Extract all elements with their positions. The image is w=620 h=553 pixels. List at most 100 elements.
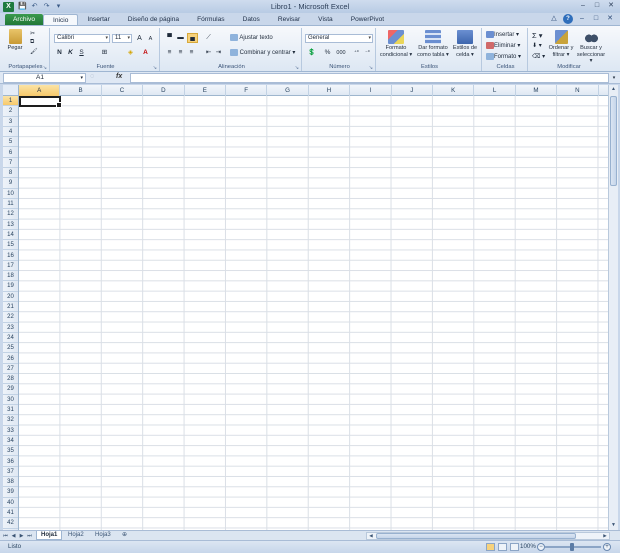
autosum-button[interactable]: Σ ▾ <box>532 31 543 40</box>
expand-formula-bar-icon[interactable]: ▾ <box>610 73 618 83</box>
dialog-launcher-icon[interactable]: ↘ <box>369 64 373 72</box>
merge-center-button[interactable]: Combinar y centrar ▾ <box>230 49 295 56</box>
row-header[interactable]: 29 <box>3 384 18 395</box>
font-size-select[interactable]: 11 ▾ <box>112 34 132 43</box>
vertical-scroll-thumb[interactable] <box>610 96 617 186</box>
name-box[interactable]: A1 ▾ <box>3 73 86 83</box>
scroll-down-icon[interactable]: ▼ <box>609 521 618 530</box>
dialog-launcher-icon[interactable]: ↘ <box>153 64 157 72</box>
column-header[interactable]: G <box>267 85 309 96</box>
row-header[interactable]: 4 <box>3 127 18 138</box>
minimize-ribbon-icon[interactable]: △ <box>549 14 559 24</box>
zoom-out-icon[interactable]: − <box>537 543 545 551</box>
zoom-level[interactable]: 100% <box>520 541 536 553</box>
minimize-workbook-button[interactable]: – <box>577 14 587 24</box>
close-window-button[interactable]: ✕ <box>606 1 616 10</box>
column-header[interactable]: I <box>350 85 392 96</box>
row-header[interactable]: 23 <box>3 323 18 333</box>
row-header[interactable]: 41 <box>3 508 18 519</box>
row-header[interactable]: 27 <box>3 364 18 375</box>
find-select-button[interactable]: Buscar y seleccionar ▾ <box>575 30 607 65</box>
column-header[interactable]: F <box>226 85 268 96</box>
increase-indent-icon[interactable]: ⇥ <box>214 49 223 57</box>
conditional-format-button[interactable]: Formato condicional ▾ <box>378 30 414 58</box>
font-color-icon[interactable]: A <box>141 49 150 57</box>
insert-cells-button[interactable]: Insertar ▾ <box>486 31 519 38</box>
underline-button[interactable]: S <box>77 49 86 57</box>
page-layout-view-icon[interactable] <box>498 543 507 551</box>
column-header[interactable]: C <box>102 85 144 96</box>
maximize-window-button[interactable]: □ <box>592 1 602 10</box>
column-header[interactable]: H <box>309 85 351 96</box>
zoom-in-icon[interactable]: + <box>603 543 611 551</box>
cells-area[interactable] <box>19 96 608 530</box>
first-sheet-icon[interactable]: ⏮ <box>2 532 9 540</box>
row-header[interactable]: 6 <box>3 148 18 158</box>
row-header[interactable]: 11 <box>3 199 18 210</box>
row-header[interactable]: 28 <box>3 374 18 385</box>
fill-icon[interactable]: ⬇ ▾ <box>532 42 542 49</box>
row-header[interactable]: 40 <box>3 498 18 508</box>
vertical-scrollbar[interactable]: ▲ ▼ <box>608 85 618 530</box>
format-painter-icon[interactable]: 🖌 <box>30 48 38 55</box>
scroll-left-icon[interactable]: ◀ <box>367 533 375 539</box>
currency-icon[interactable]: 💲 <box>307 49 316 57</box>
shrink-font-button[interactable]: A <box>146 35 155 43</box>
format-cells-button[interactable]: Formato ▾ <box>486 53 521 60</box>
borders-icon[interactable]: ⊞ <box>100 49 109 57</box>
align-center-icon[interactable]: ≡ <box>176 49 185 57</box>
row-header[interactable]: 33 <box>3 426 18 436</box>
row-header[interactable]: 34 <box>3 436 18 447</box>
font-name-select[interactable]: Calibri ▾ <box>54 34 110 43</box>
decrease-indent-icon[interactable]: ⇤ <box>204 49 213 57</box>
row-header[interactable]: 21 <box>3 302 18 313</box>
decrease-decimal-icon[interactable]: ⁻⁰ <box>363 49 372 57</box>
next-sheet-icon[interactable]: ▶ <box>18 532 25 540</box>
column-header[interactable]: J <box>392 85 433 96</box>
row-header[interactable]: 26 <box>3 354 18 364</box>
align-bottom-icon[interactable]: ▄ <box>187 33 198 43</box>
select-all-button[interactable] <box>3 85 19 96</box>
bold-button[interactable]: N <box>55 49 64 57</box>
row-header[interactable]: 37 <box>3 467 18 478</box>
row-header[interactable]: 10 <box>3 189 18 199</box>
column-header[interactable]: E <box>185 85 226 96</box>
redo-icon[interactable]: ↷ <box>42 2 51 11</box>
column-header[interactable]: N <box>557 85 599 96</box>
row-header[interactable]: 1 <box>3 96 18 107</box>
row-header[interactable]: 35 <box>3 446 18 457</box>
sheet-tab-hoja1[interactable]: Hoja1 <box>36 531 63 540</box>
row-header[interactable]: 3 <box>3 117 18 127</box>
align-right-icon[interactable]: ≡ <box>187 49 196 57</box>
row-header[interactable]: 20 <box>3 292 18 302</box>
undo-icon[interactable]: ↶ <box>30 2 39 11</box>
align-middle-icon[interactable]: ▬ <box>176 34 185 42</box>
row-header[interactable]: 16 <box>3 251 18 261</box>
align-left-icon[interactable]: ≡ <box>165 49 174 57</box>
zoom-slider-thumb[interactable] <box>570 543 574 551</box>
cell-styles-button[interactable]: Estilos de celda ▾ <box>451 30 479 58</box>
row-header[interactable]: 42 <box>3 518 18 529</box>
orientation-icon[interactable]: ⟋ <box>204 34 213 42</box>
last-sheet-icon[interactable]: ⏭ <box>26 532 33 540</box>
horizontal-scrollbar[interactable]: ◀ ▶ <box>366 532 610 540</box>
row-header[interactable]: 39 <box>3 487 18 498</box>
format-as-table-button[interactable]: Dar formato como tabla ▾ <box>415 30 451 58</box>
column-header[interactable]: M <box>516 85 558 96</box>
dialog-launcher-icon[interactable]: ↘ <box>295 64 299 72</box>
row-header[interactable]: 14 <box>3 230 18 241</box>
cut-icon[interactable]: ✂ <box>30 30 35 37</box>
row-header[interactable]: 5 <box>3 137 18 148</box>
row-header[interactable]: 38 <box>3 477 18 488</box>
clear-icon[interactable]: ⌫ ▾ <box>532 53 545 60</box>
row-header[interactable]: 13 <box>3 220 18 230</box>
row-header[interactable]: 8 <box>3 168 18 179</box>
grow-font-button[interactable]: A <box>135 35 144 43</box>
fill-color-icon[interactable]: ◈ <box>126 49 135 57</box>
row-header[interactable]: 9 <box>3 178 18 189</box>
row-header[interactable]: 24 <box>3 333 18 344</box>
customize-qat-icon[interactable]: ▾ <box>54 2 63 11</box>
scroll-right-icon[interactable]: ▶ <box>601 533 609 539</box>
row-header[interactable]: 12 <box>3 209 18 220</box>
normal-view-icon[interactable] <box>486 543 495 551</box>
